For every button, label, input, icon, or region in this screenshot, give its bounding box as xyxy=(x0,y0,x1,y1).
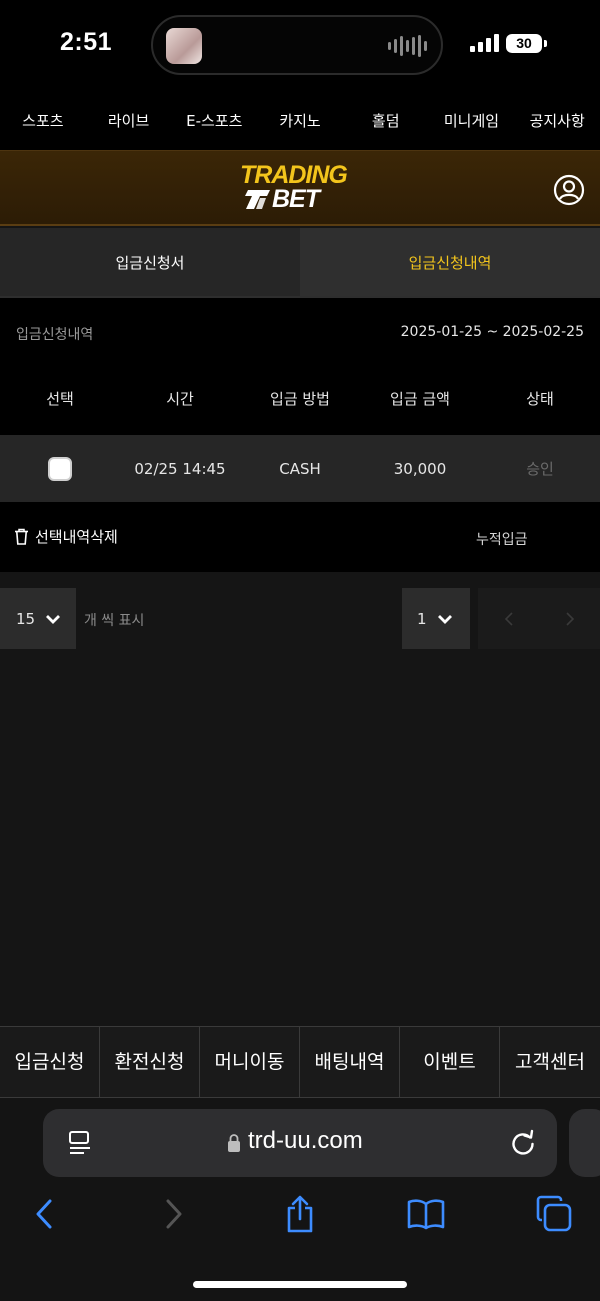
previous-page-button[interactable] xyxy=(478,588,539,649)
tab-deposit-form[interactable]: 입금신청서 xyxy=(0,228,300,296)
next-page-button[interactable] xyxy=(539,588,600,649)
page-size-select[interactable]: 15 xyxy=(0,588,76,649)
nav-sports[interactable]: 스포츠 xyxy=(0,92,86,150)
menu-money-transfer[interactable]: 머니이동 xyxy=(200,1027,300,1097)
table-header: 선택 시간 입금 방법 입금 금액 상태 xyxy=(0,388,600,409)
column-header-status: 상태 xyxy=(526,390,554,408)
lock-icon xyxy=(228,1134,240,1152)
row-status: 승인 xyxy=(526,460,554,478)
battery-icon: 30 xyxy=(506,34,547,53)
page-size-value: 15 xyxy=(16,609,36,628)
site-logo[interactable]: TRADING BET xyxy=(230,161,370,217)
chevron-right-icon xyxy=(166,1199,182,1229)
album-art xyxy=(166,28,202,64)
book-icon xyxy=(407,1199,445,1230)
chevron-left-icon xyxy=(504,611,513,626)
menu-events[interactable]: 이벤트 xyxy=(400,1027,500,1097)
page-select[interactable]: 1 xyxy=(402,588,470,649)
section-title: 입금신청내역 xyxy=(16,327,94,343)
row-select-cell xyxy=(0,456,120,481)
column-header-method: 입금 방법 xyxy=(270,390,330,408)
browser-toolbar: trd-uu.com xyxy=(0,1098,600,1301)
next-tab-preview[interactable] xyxy=(569,1109,600,1177)
per-page-label: 개 씩 표시 xyxy=(84,613,145,629)
pagination-bar: 15 개 씩 표시 1 xyxy=(0,572,600,662)
list-actions: 선택내역삭제 누적입금 xyxy=(0,502,600,572)
delete-selected-label: 선택내역삭제 xyxy=(35,528,118,546)
home-indicator[interactable] xyxy=(193,1281,407,1288)
dynamic-island[interactable] xyxy=(151,15,443,75)
column-header-select: 선택 xyxy=(46,390,74,408)
deposit-tabs: 입금신청서 입금신청내역 xyxy=(0,228,600,298)
status-bar: 2:51 30 xyxy=(0,0,600,92)
nav-minigame[interactable]: 미니게임 xyxy=(429,92,515,150)
menu-deposit-request[interactable]: 입금신청 xyxy=(0,1027,100,1097)
row-checkbox[interactable] xyxy=(48,456,72,481)
chevron-down-icon xyxy=(46,614,61,624)
reload-icon[interactable] xyxy=(508,1128,538,1158)
nav-notice[interactable]: 공지사항 xyxy=(514,92,600,150)
tabs-button[interactable] xyxy=(534,1194,574,1234)
nav-live[interactable]: 라이브 xyxy=(86,92,172,150)
share-button[interactable] xyxy=(280,1194,320,1234)
menu-betting-history[interactable]: 배팅내역 xyxy=(300,1027,400,1097)
bookmarks-button[interactable] xyxy=(406,1194,446,1234)
top-nav: 스포츠 라이브 E-스포츠 카지노 홀덤 미니게임 공지사항 xyxy=(0,92,600,150)
chevron-right-icon xyxy=(565,611,574,626)
user-profile-icon[interactable] xyxy=(553,174,585,206)
table-row: 02/25 14:45 CASH 30,000 승인 xyxy=(0,435,600,502)
trash-icon xyxy=(15,528,28,545)
logo-text-bet: BET xyxy=(272,185,320,213)
url-text: trd-uu.com xyxy=(248,1127,363,1154)
date-range[interactable]: 2025-01-25 ~ 2025-02-25 xyxy=(401,324,584,340)
tab-deposit-history[interactable]: 입금신청내역 xyxy=(300,228,600,296)
history-section: 입금신청내역 2025-01-25 ~ 2025-02-25 선택 시간 입금 … xyxy=(0,298,600,435)
site-header: TRADING BET xyxy=(0,150,600,226)
share-icon xyxy=(287,1195,313,1233)
row-method: CASH xyxy=(279,459,321,478)
address-bar[interactable]: trd-uu.com xyxy=(43,1109,557,1177)
audio-waveform-icon xyxy=(388,35,427,57)
nav-holdem[interactable]: 홀덤 xyxy=(343,92,429,150)
back-button[interactable] xyxy=(24,1194,64,1234)
page-value: 1 xyxy=(417,609,427,628)
row-time: 02/25 14:45 xyxy=(134,459,226,478)
bottom-menu: 입금신청 환전신청 머니이동 배팅내역 이벤트 고객센터 xyxy=(0,1026,600,1098)
row-amount: 30,000 xyxy=(393,459,447,478)
chevron-left-icon xyxy=(36,1199,52,1229)
column-header-time: 시간 xyxy=(166,390,194,408)
forward-button[interactable] xyxy=(154,1194,194,1234)
logo-mark-icon xyxy=(245,190,270,209)
menu-customer-center[interactable]: 고객센터 xyxy=(500,1027,600,1097)
nav-esports[interactable]: E-스포츠 xyxy=(171,92,257,150)
chevron-down-icon xyxy=(437,614,452,624)
reader-mode-icon[interactable] xyxy=(67,1129,93,1157)
cumulative-deposit-label: 누적입금 xyxy=(476,532,528,548)
clock: 2:51 xyxy=(60,28,113,56)
menu-withdraw-request[interactable]: 환전신청 xyxy=(100,1027,200,1097)
cellular-signal-icon xyxy=(470,34,499,52)
column-header-amount: 입금 금액 xyxy=(390,390,450,408)
tabs-icon xyxy=(536,1195,572,1232)
delete-selected-button[interactable]: 선택내역삭제 xyxy=(14,526,118,547)
nav-casino[interactable]: 카지노 xyxy=(257,92,343,150)
